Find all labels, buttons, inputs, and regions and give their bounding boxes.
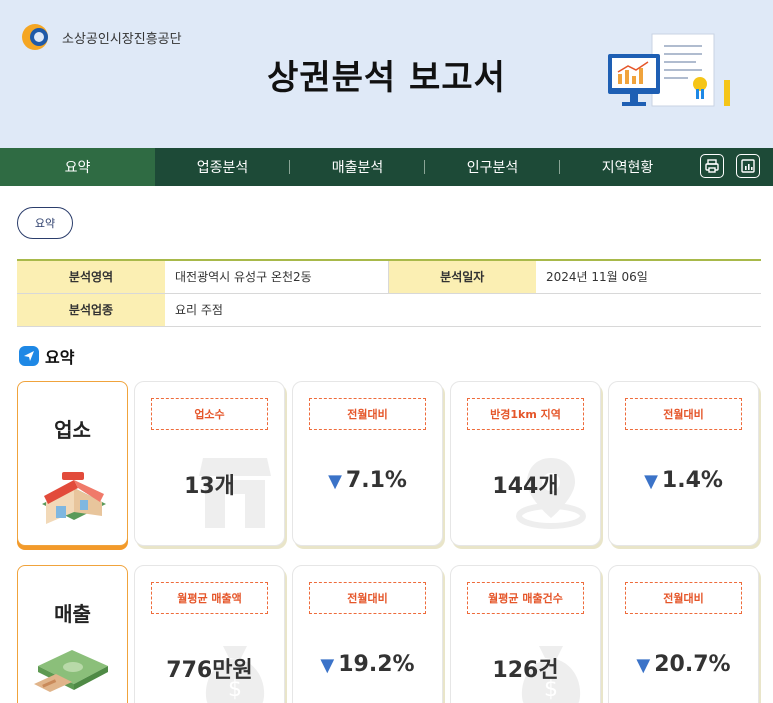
metric-value-text: 144개 [492,474,559,499]
metric-tag: 반경1km 지역 [467,398,584,430]
metric-value: ▼ 20.7% [609,652,758,677]
metric-value-text: 776만원 [166,658,253,683]
metric-tag: 전월대비 [625,398,742,430]
metric-value: ▼ 19.2% [293,652,442,677]
report-monitor-illustration-icon [608,33,730,107]
summary-pill-button[interactable]: 요약 [17,207,73,239]
metric-card: 전월대비 ▼ 7.1% [292,381,443,546]
chart-report-icon[interactable] [736,154,760,178]
metric-value: ▼ 1.4% [609,468,758,493]
tab-label: 인구분석 [466,160,519,176]
area-value: 대전광역시 유성구 온천2동 [165,259,389,294]
row-label-text: 매출 [54,602,91,626]
metric-value: 144개 [451,468,600,500]
shop-icon [42,472,106,524]
metric-tag: 전월대비 [309,582,426,614]
metric-card: 전월대비 ▼ 19.2% [292,565,443,703]
metric-value-text: 19.2% [338,652,415,677]
industry-label: 분석업종 [17,293,165,327]
section-title-text: 요약 [45,348,75,367]
row-label-stores: 업소 [17,381,128,546]
metric-card: 월평균 매출액 $ 776만원 [134,565,285,703]
down-arrow-icon: ▼ [644,471,658,492]
print-icon[interactable] [700,154,724,178]
org-name: 소상공인시장진흥공단 [62,31,182,47]
row-label-text: 업소 [54,418,91,442]
row-label-sales: 매출 [17,565,128,703]
report-header: 소상공인시장진흥공단 상권분석 보고서 [0,0,773,148]
metric-card: 반경1km 지역 144개 [450,381,601,546]
tab-regional-status[interactable]: 지역현황 [560,148,695,186]
cash-money-icon [34,650,108,692]
pill-label: 요약 [34,217,56,230]
metric-tag: 업소수 [151,398,268,430]
brand: 소상공인시장진흥공단 [22,24,182,50]
tab-label: 요약 [64,160,91,176]
org-logo-icon [22,24,52,50]
metric-value: ▼ 7.1% [293,468,442,493]
metric-tag: 전월대비 [625,582,742,614]
metric-tag: 월평균 매출액 [151,582,268,614]
navigation-arrow-icon [19,346,39,366]
metric-tag: 월평균 매출건수 [467,582,584,614]
metric-value: 13개 [135,468,284,500]
down-arrow-icon: ▼ [636,655,651,676]
metric-card: 업소수 13개 [134,381,285,546]
tab-label: 업종분석 [196,160,249,176]
down-arrow-icon: ▼ [320,655,335,676]
metric-value-text: 13개 [184,474,235,499]
date-value: 2024년 11월 06일 [536,259,761,294]
summary-section-title: 요약 [19,344,74,368]
metric-value-text: 1.4% [661,468,723,493]
metric-card: 월평균 매출건수 $ 126건 [450,565,601,703]
analysis-info-table: 분석영역 대전광역시 유성구 온천2동 분석일자 2024년 11월 06일 분… [17,259,761,327]
tab-sales-analysis[interactable]: 매출분석 [290,148,425,186]
metric-value-text: 126건 [492,658,559,683]
metric-value-text: 7.1% [345,468,407,493]
metric-value-text: 20.7% [654,652,731,677]
metric-value: 126건 [451,652,600,684]
tab-label: 지역현황 [601,160,654,176]
main-nav: 요약 업종분석 매출분석 인구분석 지역현황 [0,148,773,186]
metric-tag: 전월대비 [309,398,426,430]
tab-population-analysis[interactable]: 인구분석 [425,148,560,186]
tab-industry-analysis[interactable]: 업종분석 [155,148,290,186]
tab-summary[interactable]: 요약 [0,148,155,186]
metric-card: 전월대비 ▼ 1.4% [608,381,759,546]
metric-card: 전월대비 ▼ 20.7% [608,565,759,703]
tab-label: 매출분석 [331,160,384,176]
area-label: 분석영역 [17,259,165,294]
metric-value: 776만원 [135,652,284,684]
date-label: 분석일자 [388,259,536,294]
industry-value: 요리 주점 [165,293,761,327]
down-arrow-icon: ▼ [328,471,342,492]
